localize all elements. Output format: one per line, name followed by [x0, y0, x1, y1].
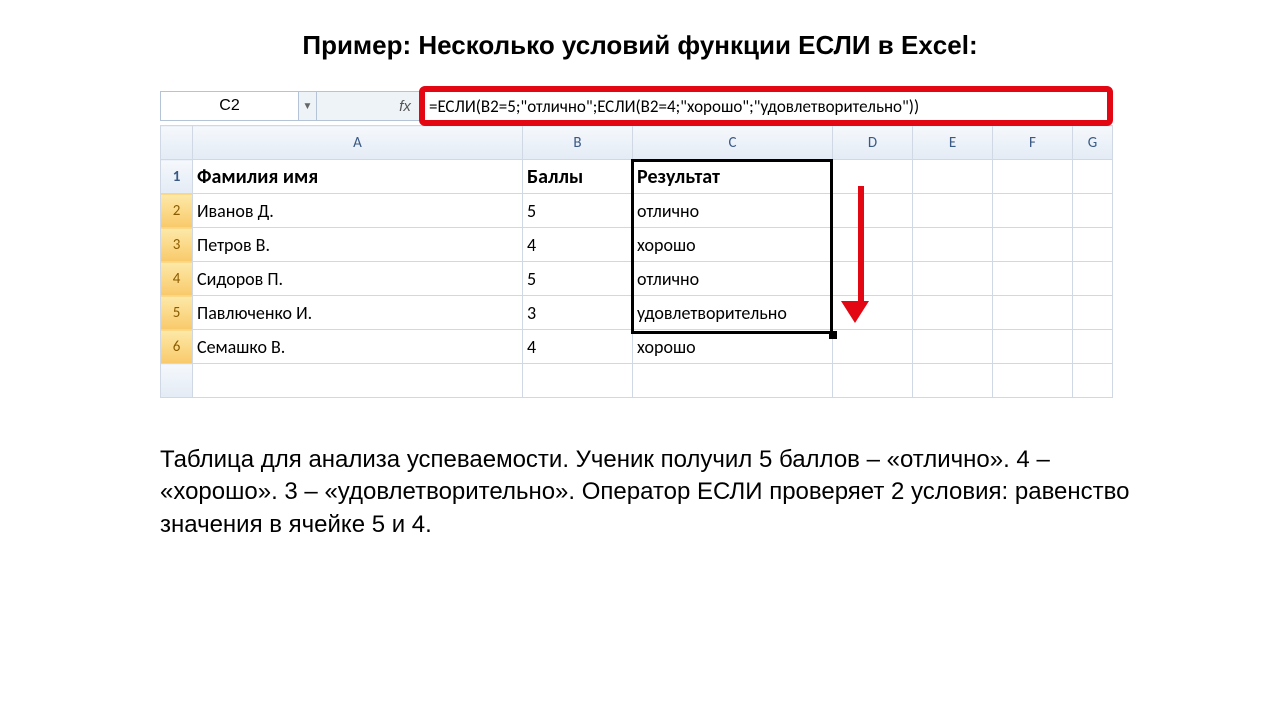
cell-A6[interactable]: Семашко В.	[193, 330, 523, 364]
cell-A4[interactable]: Сидоров П.	[193, 262, 523, 296]
cell[interactable]	[833, 160, 913, 194]
formula-bar[interactable]: =ЕСЛИ(B2=5;"отлично";ЕСЛИ(B2=4;"хорошо";…	[423, 92, 1109, 120]
row-header-6[interactable]: 6	[161, 330, 193, 364]
cell-C6[interactable]: хорошо	[633, 330, 833, 364]
cell[interactable]	[913, 330, 993, 364]
cell[interactable]	[833, 194, 913, 228]
row-header-1[interactable]: 1	[161, 160, 193, 194]
table-row: 3 Петров В. 4 хорошо	[161, 228, 1113, 262]
row-header-5[interactable]: 5	[161, 296, 193, 330]
cell-B4[interactable]: 5	[523, 262, 633, 296]
formula-bar-row: C2 ▼ fx =ЕСЛИ(B2=5;"отлично";ЕСЛИ(B2=4;"…	[160, 91, 1110, 121]
cell-B3[interactable]: 4	[523, 228, 633, 262]
cell-A2[interactable]: Иванов Д.	[193, 194, 523, 228]
cell[interactable]	[523, 364, 633, 398]
cell[interactable]	[833, 364, 913, 398]
cell-B5[interactable]: 3	[523, 296, 633, 330]
cell-B6[interactable]: 4	[523, 330, 633, 364]
cell[interactable]	[833, 228, 913, 262]
excel-screenshot: C2 ▼ fx =ЕСЛИ(B2=5;"отлично";ЕСЛИ(B2=4;"…	[160, 91, 1110, 398]
row-header-blank[interactable]	[161, 364, 193, 398]
cell[interactable]	[633, 364, 833, 398]
cell-B2[interactable]: 5	[523, 194, 633, 228]
cell[interactable]	[833, 262, 913, 296]
table-row	[161, 364, 1113, 398]
row-header-3[interactable]: 3	[161, 228, 193, 262]
column-headers: A B C D E F G	[161, 126, 1113, 160]
cell[interactable]	[913, 296, 993, 330]
table-row: 1 Фамилия имя Баллы Результат	[161, 160, 1113, 194]
cell[interactable]	[993, 262, 1073, 296]
cell[interactable]	[833, 330, 913, 364]
spreadsheet-grid[interactable]: A B C D E F G 1 Фамилия имя Баллы Резуль…	[160, 125, 1113, 398]
cell-C2[interactable]: отлично	[633, 194, 833, 228]
cell[interactable]	[1073, 262, 1113, 296]
table-row: 6 Семашко В. 4 хорошо	[161, 330, 1113, 364]
arrow-down-icon	[852, 186, 869, 323]
cell-A1[interactable]: Фамилия имя	[193, 160, 523, 194]
cell[interactable]	[1073, 296, 1113, 330]
fx-icon[interactable]: fx	[387, 98, 423, 115]
col-header-E[interactable]: E	[913, 126, 993, 160]
col-header-C[interactable]: C	[633, 126, 833, 160]
table-row: 4 Сидоров П. 5 отлично	[161, 262, 1113, 296]
cell[interactable]	[1073, 330, 1113, 364]
col-header-F[interactable]: F	[993, 126, 1073, 160]
cell-A3[interactable]: Петров В.	[193, 228, 523, 262]
cell-B1[interactable]: Баллы	[523, 160, 633, 194]
table-row: 2 Иванов Д. 5 отлично	[161, 194, 1113, 228]
cell[interactable]	[1073, 228, 1113, 262]
name-box-dropdown-icon[interactable]: ▼	[299, 92, 317, 120]
cell[interactable]	[913, 160, 993, 194]
col-header-D[interactable]: D	[833, 126, 913, 160]
cell[interactable]	[993, 194, 1073, 228]
row-header-4[interactable]: 4	[161, 262, 193, 296]
cell-C4[interactable]: отлично	[633, 262, 833, 296]
cell[interactable]	[1073, 194, 1113, 228]
cell[interactable]	[1073, 160, 1113, 194]
cell[interactable]	[913, 364, 993, 398]
caption-text: Таблица для анализа успеваемости. Ученик…	[160, 444, 1130, 541]
cell[interactable]	[993, 330, 1073, 364]
col-header-G[interactable]: G	[1073, 126, 1113, 160]
cell[interactable]	[993, 160, 1073, 194]
cell[interactable]	[913, 228, 993, 262]
cell-A5[interactable]: Павлюченко И.	[193, 296, 523, 330]
cell[interactable]	[993, 228, 1073, 262]
fill-handle[interactable]	[829, 331, 837, 339]
cell[interactable]	[993, 296, 1073, 330]
cell[interactable]	[913, 262, 993, 296]
page-title: Пример: Несколько условий функции ЕСЛИ в…	[60, 30, 1220, 61]
cell[interactable]	[913, 194, 993, 228]
name-box[interactable]: C2	[161, 92, 299, 120]
cell-C5[interactable]: удовлетворительно	[633, 296, 833, 330]
cell-C3[interactable]: хорошо	[633, 228, 833, 262]
select-all-corner[interactable]	[161, 126, 193, 160]
col-header-B[interactable]: B	[523, 126, 633, 160]
cell-C1[interactable]: Результат	[633, 160, 833, 194]
col-header-A[interactable]: A	[193, 126, 523, 160]
cell[interactable]	[193, 364, 523, 398]
row-header-2[interactable]: 2	[161, 194, 193, 228]
cell[interactable]	[1073, 364, 1113, 398]
cell[interactable]	[993, 364, 1073, 398]
table-row: 5 Павлюченко И. 3 удовлетворительно	[161, 296, 1113, 330]
